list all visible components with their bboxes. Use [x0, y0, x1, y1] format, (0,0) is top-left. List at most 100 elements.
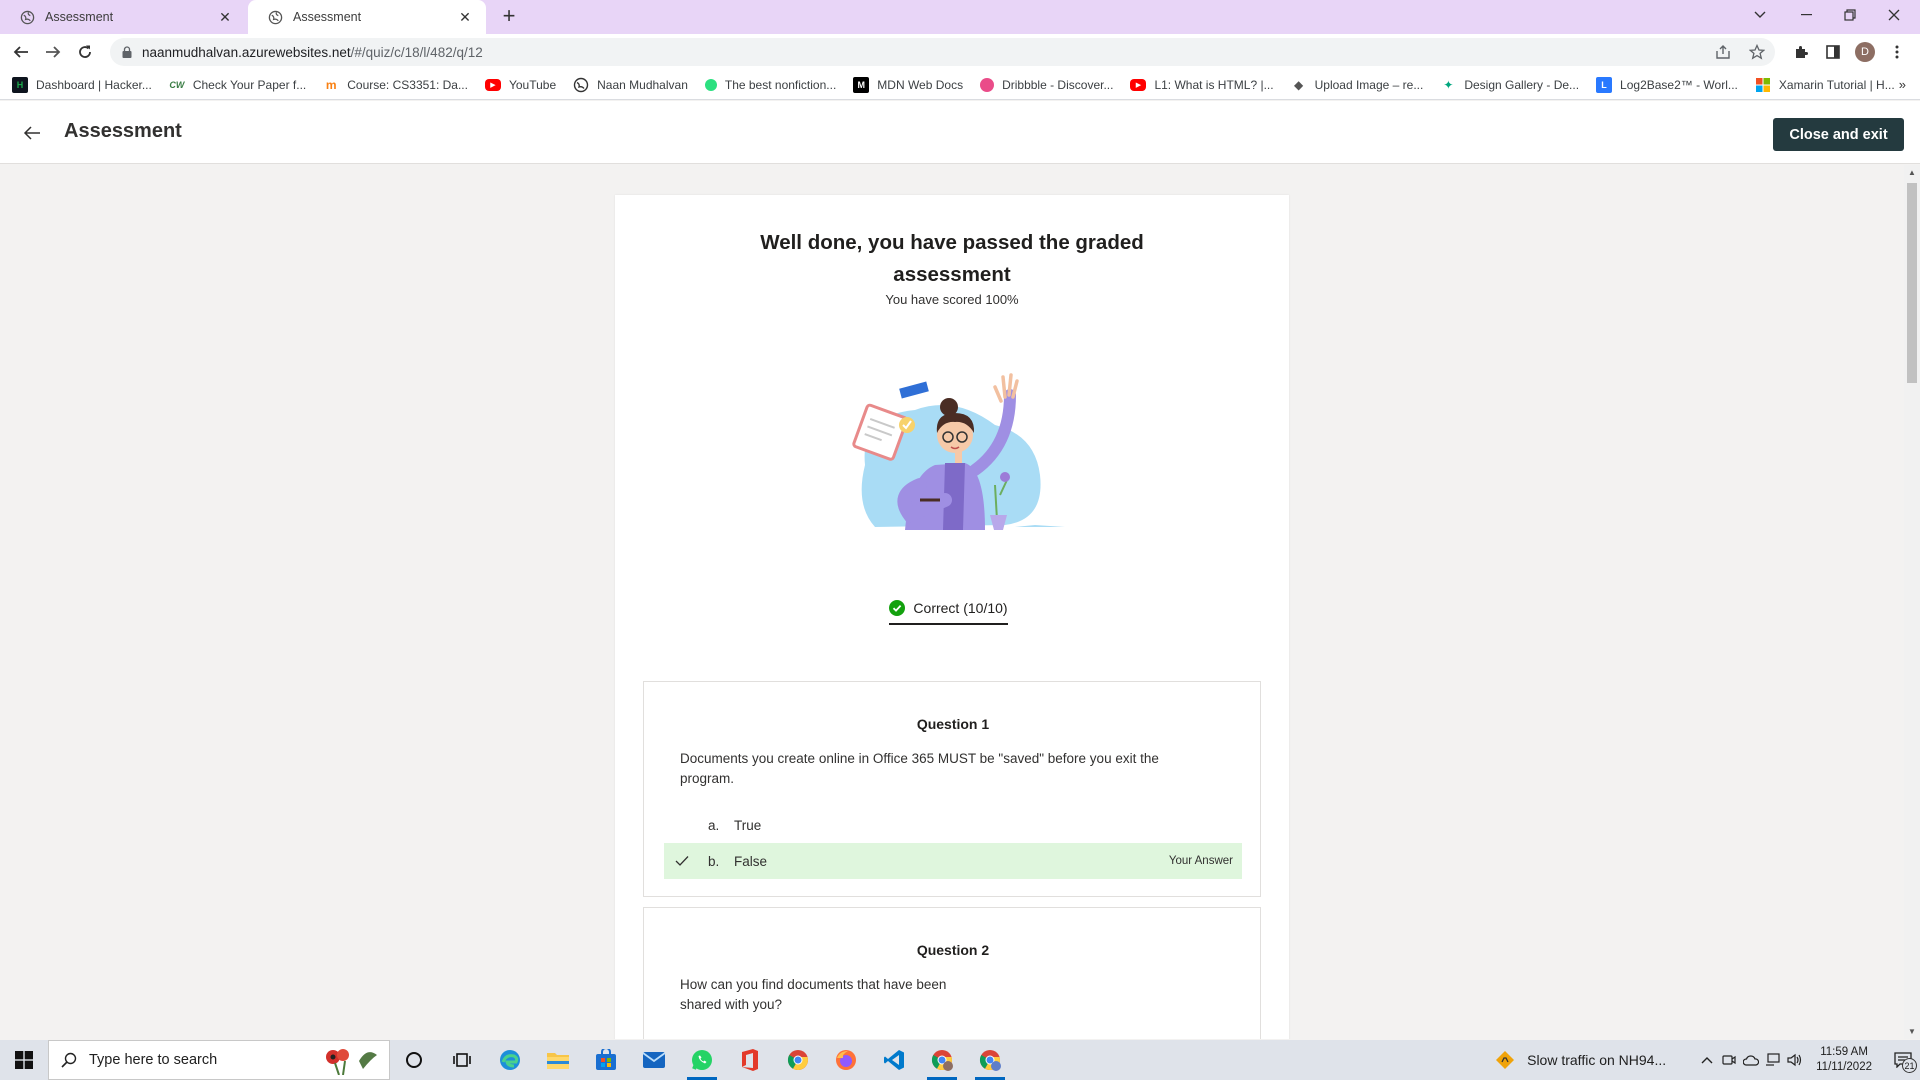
bookmark-item[interactable]: ◆ Upload Image – re... — [1291, 77, 1423, 93]
search-icon — [61, 1052, 77, 1068]
bookmark-item[interactable]: The best nonfiction... — [704, 78, 836, 92]
bookmark-item[interactable]: M MDN Web Docs — [853, 76, 963, 93]
side-panel-icon[interactable] — [1821, 40, 1845, 64]
question-title: Question 2 — [916, 942, 990, 958]
mdn-icon: M — [853, 76, 870, 93]
bookmark-item[interactable]: ▶ YouTube — [484, 78, 556, 92]
chrome-profile-icon[interactable] — [918, 1040, 966, 1080]
chevron-up-icon[interactable] — [1696, 1056, 1718, 1064]
bookmark-item[interactable]: ▶ L1: What is HTML? |... — [1130, 78, 1274, 92]
url-host: naanmudhalvan.azurewebsites.net — [142, 44, 351, 60]
search-highlight-icon — [326, 1049, 377, 1075]
minimize-button[interactable] — [1784, 0, 1828, 30]
tab-title: Assessment — [293, 10, 362, 24]
question-text: Documents you create online in Office 36… — [680, 751, 1159, 786]
url-path: /#/quiz/c/18/l/482/q/12 — [350, 44, 483, 60]
blinkist-icon — [704, 78, 717, 91]
clock-time: 11:59 AM — [1820, 1046, 1868, 1058]
tab-correct-label: Correct (10/10) — [913, 599, 1008, 616]
firefox-icon[interactable] — [822, 1040, 870, 1080]
bookmark-item[interactable]: ✦ Design Gallery - De... — [1440, 77, 1579, 93]
bookmark-item[interactable]: CW Check Your Paper f... — [169, 77, 306, 93]
option-text: True — [734, 817, 762, 833]
your-answer-badge: Your Answer — [1168, 855, 1233, 867]
notification-center-button[interactable]: 21 — [1886, 1040, 1920, 1080]
restore-button[interactable] — [1828, 0, 1872, 30]
check-circle-icon — [889, 599, 906, 616]
option-letter: a. — [708, 817, 720, 833]
browser-tab-1[interactable]: Assessment ✕ — [0, 0, 246, 34]
back-arrow-icon[interactable] — [20, 121, 44, 145]
microsoft-icon — [1755, 77, 1770, 92]
option-letter: b. — [708, 853, 720, 869]
bookmark-item[interactable]: m Course: CS3351: Da... — [323, 77, 468, 93]
more-bookmarks-icon[interactable]: » — [1899, 77, 1906, 92]
hackerrank-icon: H — [12, 76, 28, 93]
checker-icon: CW — [169, 79, 185, 90]
page-scrollbar[interactable]: ▲ ▼ — [1904, 165, 1920, 1039]
windows-start-button[interactable] — [0, 1040, 48, 1080]
question-card: Question 1 Documents you create online i… — [643, 681, 1261, 897]
close-and-exit-button[interactable]: Close and exit — [1773, 118, 1904, 151]
bookmark-item[interactable]: H Dashboard | Hacker... — [12, 76, 152, 93]
tab-search-icon[interactable] — [1738, 0, 1782, 30]
browser-tab-strip: Assessment ✕ Assessment ✕ + — [0, 0, 1920, 34]
close-tab-icon[interactable]: ✕ — [216, 9, 234, 26]
meet-now-icon[interactable] — [1718, 1053, 1740, 1067]
bookmark-item[interactable]: L Log2Base2™ - Worl... — [1596, 76, 1738, 93]
bookmark-item[interactable]: Dribbble - Discover... — [980, 77, 1113, 92]
file-explorer-icon[interactable] — [534, 1040, 582, 1080]
close-tab-icon[interactable]: ✕ — [456, 9, 474, 26]
page-title: Assessment — [64, 120, 182, 142]
profile-avatar[interactable]: D — [1853, 40, 1877, 64]
traffic-widget[interactable]: Slow traffic on NH94... — [1495, 1050, 1666, 1070]
onedrive-icon[interactable] — [1740, 1054, 1762, 1066]
address-bar[interactable]: naanmudhalvan.azurewebsites.net/#/quiz/c… — [110, 38, 1775, 66]
mail-icon[interactable] — [630, 1040, 678, 1080]
scroll-down-icon[interactable]: ▼ — [1908, 1027, 1916, 1036]
sparkle-icon: ✦ — [1443, 77, 1454, 92]
globe-icon — [268, 10, 283, 24]
traffic-warning-icon — [1496, 1051, 1515, 1069]
whatsapp-icon[interactable] — [678, 1040, 726, 1080]
back-button[interactable] — [7, 38, 35, 66]
store-icon[interactable] — [582, 1040, 630, 1080]
bookmark-item[interactable]: Naan Mudhalvan — [573, 77, 688, 93]
dribbble-icon — [980, 77, 995, 92]
volume-icon[interactable] — [1784, 1053, 1806, 1067]
moodle-icon: m — [325, 77, 337, 92]
new-tab-button[interactable]: + — [496, 5, 522, 29]
taskbar-clock[interactable]: 11:59 AM 11/11/2022 — [1816, 1045, 1872, 1075]
result-card: Well done, you have passed the graded as… — [615, 195, 1289, 1039]
forward-button[interactable] — [39, 38, 67, 66]
celebration-illustration — [852, 373, 1065, 530]
vscode-icon[interactable] — [870, 1040, 918, 1080]
chrome-profile-icon[interactable] — [966, 1040, 1014, 1080]
youtube-icon: ▶ — [484, 78, 501, 91]
scrollbar-thumb[interactable] — [1907, 183, 1917, 383]
edge-icon[interactable] — [486, 1040, 534, 1080]
checkmark-icon — [675, 856, 689, 866]
cortana-icon[interactable] — [390, 1040, 438, 1080]
network-icon[interactable] — [1762, 1053, 1784, 1067]
office-icon[interactable] — [726, 1040, 774, 1080]
tab-correct[interactable]: Correct (10/10) — [889, 592, 1008, 625]
scroll-up-icon[interactable]: ▲ — [1908, 168, 1916, 177]
reload-button[interactable] — [71, 38, 99, 66]
browser-toolbar: naanmudhalvan.azurewebsites.net/#/quiz/c… — [0, 34, 1920, 70]
bookmark-star-icon[interactable] — [1749, 44, 1765, 60]
bookmark-item[interactable]: Xamarin Tutorial | H... — [1755, 77, 1895, 93]
close-window-button[interactable] — [1872, 0, 1916, 30]
system-tray: Slow traffic on NH94... 11:59 AM 11/11/2… — [1495, 1040, 1920, 1080]
taskbar-search-box[interactable]: Type here to search — [48, 1040, 390, 1080]
task-view-icon[interactable] — [438, 1040, 486, 1080]
traffic-text: Slow traffic on NH94... — [1527, 1052, 1667, 1068]
question-card: Question 2 How can you find documents th… — [643, 907, 1261, 1039]
share-icon[interactable] — [1715, 44, 1731, 60]
browser-tab-2[interactable]: Assessment ✕ — [248, 0, 486, 34]
main-content: Well done, you have passed the graded as… — [0, 165, 1904, 1039]
log2base2-icon: L — [1596, 76, 1613, 93]
chrome-icon[interactable] — [774, 1040, 822, 1080]
browser-menu-icon[interactable] — [1885, 40, 1909, 64]
extensions-icon[interactable] — [1789, 40, 1813, 64]
